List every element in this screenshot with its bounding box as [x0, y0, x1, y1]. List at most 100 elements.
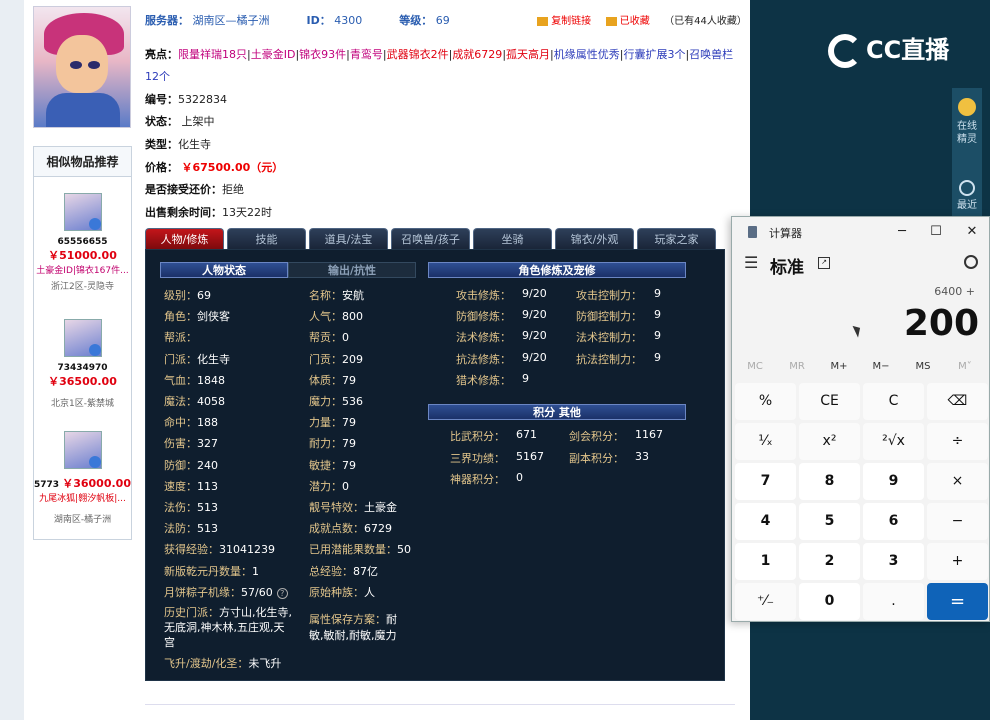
stat-row: 抗法修炼： 9/20	[456, 350, 547, 366]
level-label: 等级：	[399, 14, 433, 27]
stat-row: 月饼粽子机缘：57/60?	[164, 584, 288, 600]
maximize-icon[interactable]: ☐	[924, 222, 948, 242]
status-label: 状态：	[145, 115, 178, 128]
type-label: 类型：	[145, 138, 178, 151]
calc-key[interactable]: C	[863, 383, 924, 420]
stat-row: 速度：113	[164, 479, 218, 493]
number-label: 编号：	[145, 93, 178, 106]
highlight-tag: 青鸾号	[349, 48, 383, 61]
calc-key[interactable]: 0	[799, 583, 860, 620]
calc-key[interactable]: 9	[863, 463, 924, 500]
stat-row: 攻击控制力： 9	[576, 287, 661, 302]
stat-row: 门贡：209	[309, 352, 363, 366]
similar-item-avatar[interactable]	[63, 319, 102, 357]
similar-item-avatar[interactable]	[63, 193, 102, 231]
similar-item-server: 湖南区-橘子洲	[53, 515, 112, 525]
similar-item-server: 北京1区-紫禁城	[51, 399, 114, 409]
calc-key[interactable]: ²√x	[863, 423, 924, 460]
stat-row: 抗法控制力： 9	[576, 350, 661, 366]
status-value: 上架中	[181, 115, 215, 128]
stat-row: 总经验：87亿	[309, 564, 378, 578]
calc-key[interactable]: ⁺⁄₋	[735, 583, 796, 620]
stat-row: 已用潜能果数量：50	[309, 543, 411, 557]
calc-key[interactable]: 1	[735, 543, 796, 580]
stat-row: 气血：1848	[164, 373, 225, 387]
history-icon[interactable]	[964, 255, 978, 269]
type-row: 类型：化生寺	[145, 136, 211, 152]
calc-key[interactable]: 2	[799, 543, 860, 580]
tab-5[interactable]: 锦衣/外观	[555, 228, 634, 249]
tab-0[interactable]: 人物/修炼	[145, 228, 224, 249]
memory-key[interactable]: MR	[776, 361, 818, 372]
id-label: ID：	[306, 14, 331, 27]
stat-row: 新版乾元丹数量：1	[164, 564, 259, 578]
highlights-line: 亮点：限量祥瑞18只|土豪金ID|锦衣93件|青鸾号|武器锦衣2件|成就6729…	[145, 44, 737, 88]
tab-4[interactable]: 坐骑	[473, 228, 552, 249]
calc-key[interactable]: 3	[863, 543, 924, 580]
minimize-icon[interactable]: ─	[890, 222, 914, 242]
tab-2[interactable]: 道具/法宝	[309, 228, 388, 249]
points-row: 三界功绩： 5167	[450, 449, 544, 465]
calc-key[interactable]: 7	[735, 463, 796, 500]
detail-tabs: 人物/修炼 技能 道具/法宝 召唤兽/孩子 坐骑 锦衣/外观 玩家之家	[145, 228, 716, 249]
memory-key[interactable]: MC	[734, 361, 776, 372]
memory-key[interactable]: M˅	[944, 361, 986, 372]
memory-key[interactable]: MS	[902, 361, 944, 372]
calc-key[interactable]: +	[927, 543, 988, 580]
stat-row: 猎术修炼： 9	[456, 371, 529, 387]
similar-item-avatar[interactable]	[63, 431, 102, 469]
calc-key[interactable]: ÷	[927, 423, 988, 460]
calc-key[interactable]: 4	[735, 503, 796, 540]
cc-logo-icon	[828, 34, 862, 68]
calc-key[interactable]: %	[735, 383, 796, 420]
calc-key[interactable]: ⌫	[927, 383, 988, 420]
calculator-title: 计算器	[769, 227, 802, 240]
copy-link-button[interactable]: 复制链接	[551, 16, 591, 27]
similar-item[interactable]: 65556655 ￥51000.00 土豪金ID|锦衣167件... 浙江2区-…	[34, 193, 131, 292]
recent-button[interactable]: 最近	[952, 180, 982, 212]
tab-1[interactable]: 技能	[227, 228, 306, 249]
memory-key[interactable]: M−	[860, 361, 902, 372]
cc-live-logo: CC直播	[828, 30, 968, 72]
calc-key[interactable]: x²	[799, 423, 860, 460]
divider	[145, 704, 735, 705]
similar-items-title: 相似物品推荐	[34, 147, 131, 177]
stat-row: 敏捷：79	[309, 458, 356, 472]
calc-key[interactable]: ¹⁄ₓ	[735, 423, 796, 460]
keep-on-top-icon[interactable]: ↗	[818, 257, 830, 269]
calc-key[interactable]: −	[927, 503, 988, 540]
heading-points: 积分 其他	[428, 404, 686, 420]
similar-item[interactable]: 73434970 ￥36500.00 北京1区-紫禁城	[34, 319, 131, 409]
calculator-titlebar[interactable]: 计算器 ─ ☐ ✕	[732, 217, 990, 247]
calculator-app-icon	[748, 226, 757, 238]
help-icon[interactable]: ?	[276, 587, 288, 599]
calc-key[interactable]: CE	[799, 383, 860, 420]
points-row: 副本积分： 33	[569, 449, 649, 465]
bargain-label: 是否接受还价：	[145, 183, 222, 196]
calc-key[interactable]: 6	[863, 503, 924, 540]
bargain-row: 是否接受还价：拒绝	[145, 181, 244, 197]
server-label: 服务器：	[145, 14, 189, 27]
calc-key[interactable]: .	[863, 583, 924, 620]
memory-key[interactable]: M+	[818, 361, 860, 372]
heading-output-resistance[interactable]: 输出/抗性	[288, 262, 416, 278]
calc-key[interactable]: 8	[799, 463, 860, 500]
highlight-tag: 机缘属性优秀	[553, 48, 620, 61]
highlight-tag: 限量祥瑞18只	[178, 48, 247, 61]
stat-row: 体质：79	[309, 373, 356, 387]
stat-row: 法术修炼： 9/20	[456, 329, 547, 345]
tab-3[interactable]: 召唤兽/孩子	[391, 228, 470, 249]
highlight-tag: 孤天高月	[506, 48, 551, 61]
similar-item[interactable]: 5773 ￥36000.00 九尾冰狐|翱汐帆板|... 湖南区-橘子洲	[34, 431, 131, 525]
similar-item-server: 浙江2区-灵隐寺	[51, 282, 114, 292]
favorite-button[interactable]: 已收藏	[620, 16, 650, 27]
close-icon[interactable]: ✕	[960, 222, 984, 242]
calc-key[interactable]: 5	[799, 503, 860, 540]
highlight-tags: 限量祥瑞18只|土豪金ID|锦衣93件|青鸾号|武器锦衣2件|成就6729|孤天…	[145, 48, 733, 83]
online-elf-button[interactable]: 在线精灵	[952, 98, 982, 146]
trade-page: 服务器： 湖南区—橘子洲 ID： 4300 等级： 69 复制链接 已收藏 （已…	[0, 0, 750, 720]
tab-6[interactable]: 玩家之家	[637, 228, 716, 249]
calc-key[interactable]: =	[927, 583, 988, 620]
hamburger-menu-icon[interactable]: ☰	[744, 255, 758, 271]
calc-key[interactable]: ×	[927, 463, 988, 500]
